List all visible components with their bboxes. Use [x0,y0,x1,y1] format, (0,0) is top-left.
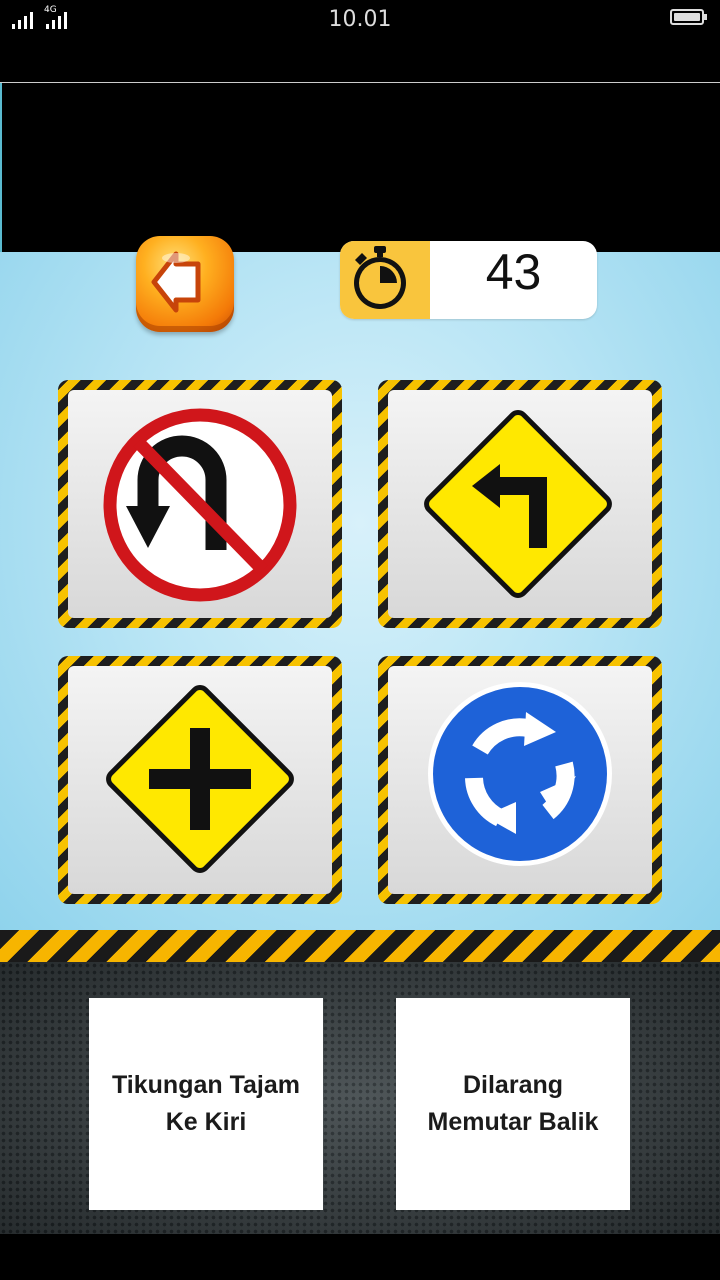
arrow-left-icon [151,251,201,313]
answer-label: Dilarang Memutar Balik [427,1071,599,1136]
answer-button-2[interactable]: Dilarang Memutar Balik [396,998,630,1210]
answer-label: Tikungan Tajam Ke Kiri [111,1071,300,1136]
timer-value: 43 [485,244,542,300]
sign-card-sharp-left-turn[interactable] [378,380,662,628]
hazard-stripe [0,930,720,962]
navigation-bar [0,1234,720,1280]
timer: 43 [340,241,597,319]
sharp-left-turn-sign [388,390,652,618]
stopwatch-icon [340,241,430,319]
ad-banner [0,82,720,253]
battery-icon [670,9,707,25]
roundabout-sign [388,666,652,894]
sign-card-crossroad[interactable] [58,656,342,904]
back-button[interactable] [136,236,234,332]
status-bar: 4G 10.01 [0,0,720,82]
no-u-turn-sign [68,390,332,618]
crossroad-sign [68,666,332,894]
answer-button-1[interactable]: Tikungan Tajam Ke Kiri [89,998,323,1210]
status-time: 10.01 [328,7,392,32]
sign-card-roundabout[interactable] [378,656,662,904]
sign-card-no-u-turn[interactable] [58,380,342,628]
